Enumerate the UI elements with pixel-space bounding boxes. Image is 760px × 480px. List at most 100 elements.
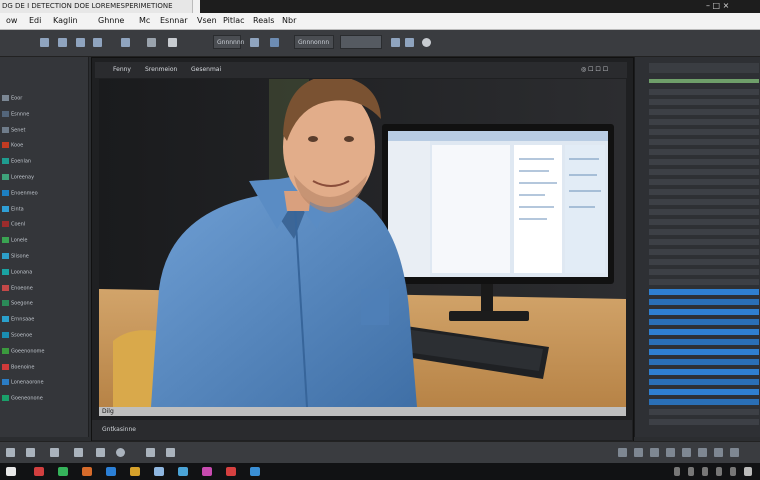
zoom-icon[interactable] xyxy=(250,38,259,47)
layer-row[interactable]: Esnnne xyxy=(2,110,82,119)
layer-row[interactable]: Boenoine xyxy=(2,363,82,372)
toolbar-dropdown[interactable] xyxy=(340,35,382,49)
track-row[interactable] xyxy=(649,399,759,405)
align-icon[interactable] xyxy=(405,38,414,47)
app-2-icon[interactable] xyxy=(58,467,68,476)
layer-row[interactable]: Lonele xyxy=(2,237,82,245)
grid-icon[interactable] xyxy=(391,38,400,47)
view-8-icon[interactable] xyxy=(730,448,739,457)
track-row[interactable] xyxy=(649,269,759,275)
layer-row[interactable]: Ernnsaae xyxy=(2,316,82,324)
canvas-controls-icon[interactable]: ◎ ☐ ☐ ☐ xyxy=(581,66,608,73)
app-6-icon[interactable] xyxy=(154,467,164,476)
window-controls[interactable]: – □ × xyxy=(706,1,729,10)
tool-6-icon[interactable] xyxy=(116,448,125,457)
track-row[interactable] xyxy=(649,109,759,115)
app-9-icon[interactable] xyxy=(226,467,236,476)
view-5-icon[interactable] xyxy=(682,448,691,457)
start-icon[interactable] xyxy=(6,467,16,476)
layer-row[interactable]: Enoenmeo xyxy=(2,189,82,198)
save-icon[interactable] xyxy=(58,38,67,47)
layer-row[interactable]: Soegone xyxy=(2,300,82,308)
layer-row[interactable]: Einta xyxy=(2,205,82,214)
menu-item-4[interactable]: Ghnne xyxy=(98,16,124,25)
track-row[interactable] xyxy=(649,149,759,155)
layer-row[interactable]: Ssoenoe xyxy=(2,332,82,340)
tray-3-icon[interactable] xyxy=(702,467,708,476)
layer-row[interactable]: Lonenaorone xyxy=(2,379,82,387)
app-8-icon[interactable] xyxy=(202,467,212,476)
track-row[interactable] xyxy=(649,359,759,365)
layer-row[interactable]: Kooe xyxy=(2,142,82,150)
track-row[interactable] xyxy=(649,309,759,315)
menu-item-2[interactable]: Edi xyxy=(29,16,41,25)
track-row[interactable] xyxy=(649,169,759,175)
marquee-icon[interactable] xyxy=(147,38,156,47)
layer-row[interactable]: Loonana xyxy=(2,268,82,277)
app-1-icon[interactable] xyxy=(34,467,44,476)
doc-tab-3[interactable]: Gesenmai xyxy=(191,66,221,73)
app-5-icon[interactable] xyxy=(130,467,140,476)
toolbar-field-1[interactable]: Gnnnnnn xyxy=(213,35,244,49)
tool-1-icon[interactable] xyxy=(6,448,15,457)
pointer-icon[interactable] xyxy=(168,38,177,47)
track-row[interactable] xyxy=(649,259,759,265)
tray-5-icon[interactable] xyxy=(730,467,736,476)
layer-row[interactable]: Eoor xyxy=(2,95,82,103)
tray-4-icon[interactable] xyxy=(716,467,722,476)
track-row[interactable] xyxy=(649,329,759,335)
app-4-icon[interactable] xyxy=(106,467,116,476)
doc-tab-1[interactable]: Fenny xyxy=(113,66,131,73)
tool-7-icon[interactable] xyxy=(146,448,155,457)
app-3-icon[interactable] xyxy=(82,467,92,476)
layer-row[interactable]: Goeneonone xyxy=(2,395,82,403)
menu-item-5[interactable]: Mc xyxy=(139,16,150,25)
layer-row[interactable]: Senet xyxy=(2,126,82,135)
view-4-icon[interactable] xyxy=(666,448,675,457)
canvas-image[interactable] xyxy=(99,79,626,407)
settings-icon[interactable] xyxy=(422,38,431,47)
track-row[interactable] xyxy=(649,189,759,195)
layer-row[interactable]: Loreenay xyxy=(2,174,82,182)
menu-item-10[interactable]: Nbr xyxy=(282,16,296,25)
track-row[interactable] xyxy=(649,369,759,375)
track-row[interactable] xyxy=(649,419,759,425)
menu-item-9[interactable]: Reals xyxy=(253,16,274,25)
view-3-icon[interactable] xyxy=(650,448,659,457)
track-row[interactable] xyxy=(649,249,759,255)
track-row[interactable] xyxy=(649,289,759,295)
view-7-icon[interactable] xyxy=(714,448,723,457)
track-row[interactable] xyxy=(649,379,759,385)
view-2-icon[interactable] xyxy=(634,448,643,457)
view-1-icon[interactable] xyxy=(618,448,627,457)
folder-icon[interactable] xyxy=(76,38,85,47)
layer-row[interactable]: Slisone xyxy=(2,253,82,261)
tool-4-icon[interactable] xyxy=(74,448,83,457)
track-row[interactable] xyxy=(649,219,759,225)
track-row[interactable] xyxy=(649,349,759,355)
track-row[interactable] xyxy=(649,279,759,285)
layer-row[interactable]: Goeenonome xyxy=(2,347,82,356)
track-row[interactable] xyxy=(649,179,759,185)
track-row[interactable] xyxy=(649,389,759,395)
track-row[interactable] xyxy=(649,239,759,245)
app-10-icon[interactable] xyxy=(250,467,260,476)
tool-3-icon[interactable] xyxy=(50,448,59,457)
tool-5-icon[interactable] xyxy=(96,448,105,457)
hand-icon[interactable] xyxy=(270,38,279,47)
tray-2-icon[interactable] xyxy=(688,467,694,476)
track-row[interactable] xyxy=(649,209,759,215)
track-row[interactable] xyxy=(649,119,759,125)
track-row[interactable] xyxy=(649,229,759,235)
layer-row[interactable]: Eoenlan xyxy=(2,158,82,166)
menu-item-6[interactable]: Esnnar xyxy=(160,16,188,25)
menu-item-7[interactable]: Vsen xyxy=(197,16,217,25)
open-icon[interactable] xyxy=(40,38,49,47)
menu-item-8[interactable]: Pitlac xyxy=(223,16,245,25)
menu-item-3[interactable]: Kaglin xyxy=(53,16,78,25)
tool-2-icon[interactable] xyxy=(26,448,35,457)
track-row[interactable] xyxy=(649,139,759,145)
track-row[interactable] xyxy=(649,89,759,95)
track-row[interactable] xyxy=(649,159,759,165)
view-6-icon[interactable] xyxy=(698,448,707,457)
